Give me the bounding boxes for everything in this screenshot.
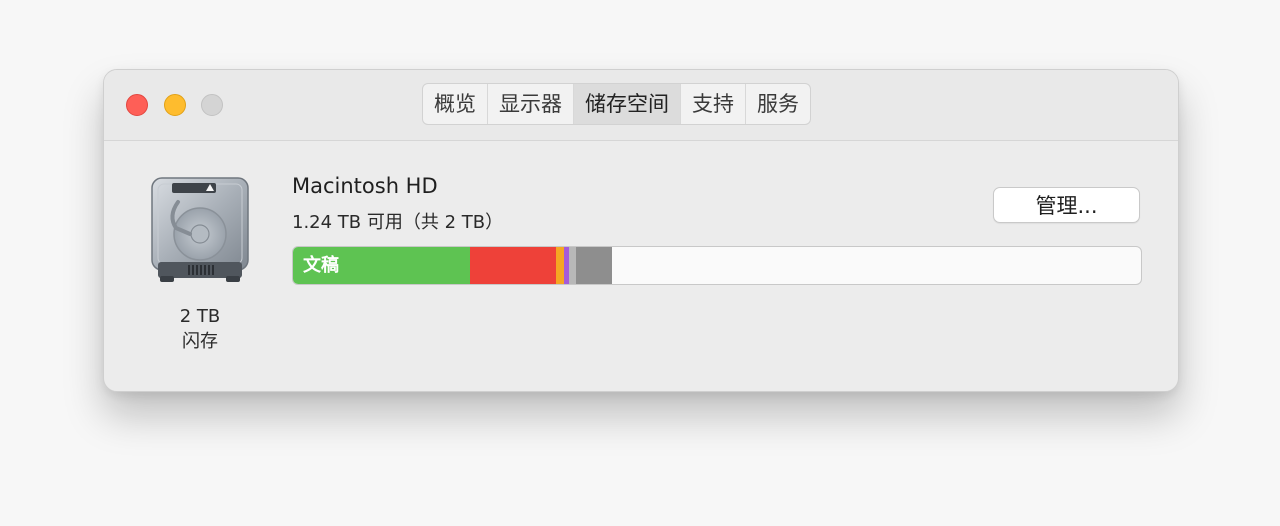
disk-caption: 2 TB 闪存 (148, 304, 252, 354)
manage-button[interactable]: 管理... (993, 187, 1140, 223)
tab-bar: 概览 显示器 储存空间 支持 服务 (422, 83, 811, 125)
storage-segment-documents[interactable]: 文稿 (293, 247, 470, 284)
storage-segment-segment-orange[interactable] (556, 247, 564, 284)
tab-service[interactable]: 服务 (746, 84, 810, 124)
storage-segment-label: 文稿 (303, 255, 339, 276)
tab-support[interactable]: 支持 (681, 84, 746, 124)
disk-usage-text: 1.24 TB 可用（共 2 TB） (292, 212, 504, 233)
about-this-mac-window: 概览 显示器 储存空间 支持 服务 2 TB 闪存 Macintosh HD 1… (103, 69, 1179, 392)
storage-segment-segment-light-gray[interactable] (569, 247, 576, 284)
minimize-button[interactable] (164, 94, 186, 116)
zoom-button[interactable] (201, 94, 223, 116)
tab-displays[interactable]: 显示器 (488, 84, 574, 124)
storage-segment-segment-red[interactable] (470, 247, 556, 284)
hard-drive-icon (148, 176, 252, 286)
tab-overview[interactable]: 概览 (423, 84, 488, 124)
close-button[interactable] (126, 94, 148, 116)
disk-type-label: 闪存 (182, 331, 218, 352)
tab-storage[interactable]: 储存空间 (574, 84, 681, 124)
disk-size-label: 2 TB (179, 306, 221, 327)
storage-segment-segment-gray[interactable] (576, 247, 612, 284)
storage-bar[interactable]: 文稿 (292, 246, 1142, 285)
title-bar: 概览 显示器 储存空间 支持 服务 (104, 70, 1178, 141)
disk-name: Macintosh HD (292, 174, 438, 198)
